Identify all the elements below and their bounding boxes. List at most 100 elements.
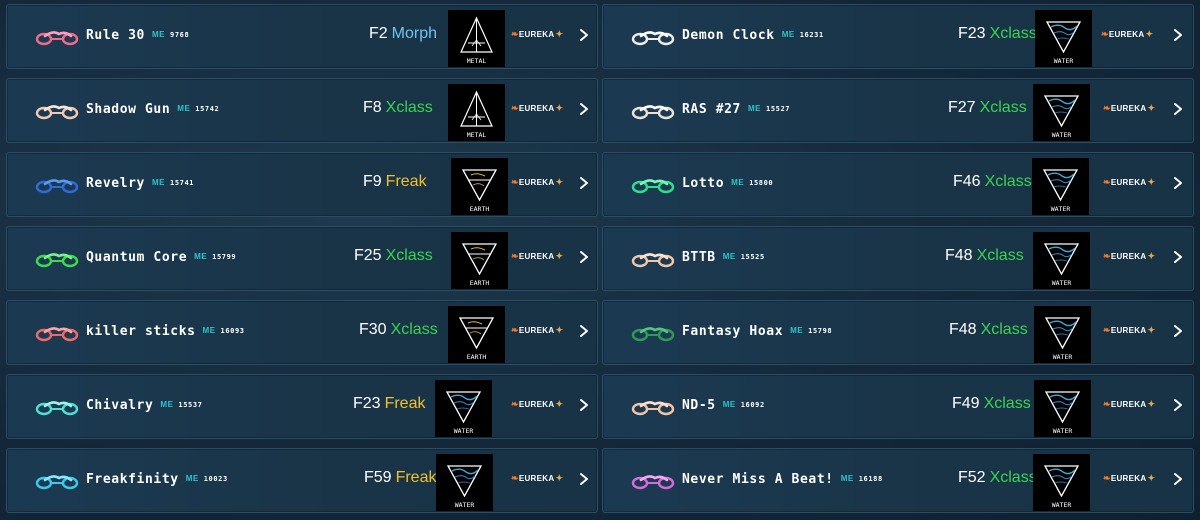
rank-label: F48 [945, 247, 973, 264]
rider-name: Demon Clock [682, 28, 775, 43]
rider-name-group: Quantum Core ME 15799 [86, 250, 236, 265]
class-label: Xclass [976, 247, 1024, 264]
class-label: Xclass [983, 395, 1031, 412]
chevron-right-icon[interactable] [1171, 175, 1185, 191]
token-number: 9768 [170, 31, 190, 39]
rider-name: BTTB [682, 250, 716, 265]
flame-icon: ❧ [511, 177, 519, 187]
chevron-right-icon[interactable] [1171, 397, 1185, 413]
token-number: 15527 [766, 105, 791, 113]
entry-card[interactable]: Revelry ME 15741 F9 Freak EARTH ❧EUREKA✦ [6, 152, 598, 217]
flame-icon: ❧ [1103, 399, 1111, 409]
element-label: METAL [467, 57, 487, 65]
camel-icon: ✦ [1147, 399, 1156, 409]
motorbike-icon [35, 177, 79, 195]
motorbike-icon [631, 325, 675, 343]
class-label: Xclass [989, 25, 1037, 42]
water-element-icon: WATER [1032, 158, 1089, 215]
eureka-label: EUREKA [1110, 178, 1147, 187]
rider-name-group: RAS #27 ME 15527 [682, 102, 790, 117]
chevron-right-icon[interactable] [1171, 249, 1185, 265]
camel-icon: ✦ [1147, 177, 1156, 187]
rider-name: RAS #27 [682, 102, 741, 117]
token-number: 16231 [799, 31, 824, 39]
camel-icon: ✦ [555, 325, 564, 335]
chevron-right-icon[interactable] [577, 397, 591, 413]
camel-icon: ✦ [555, 29, 564, 39]
rank-label: F23 [958, 25, 986, 42]
element-label: METAL [467, 131, 487, 139]
rank-class: F30 Xclass [359, 321, 438, 339]
entry-card[interactable]: Lotto ME 15800 F46 Xclass WATER ❧EUREKA✦ [602, 152, 1194, 217]
chevron-right-icon[interactable] [1171, 471, 1185, 487]
rider-name: Quantum Core [86, 250, 188, 265]
rank-label: F59 [364, 469, 392, 486]
me-badge: ME [160, 400, 174, 409]
rider-name-group: Lotto ME 15800 [682, 176, 773, 191]
element-label: EARTH [470, 279, 490, 287]
rank-class: F46 Xclass [953, 173, 1032, 191]
eureka-badge: ❧EUREKA✦ [511, 325, 563, 336]
chevron-right-icon[interactable] [577, 471, 591, 487]
rider-name: Rule 30 [86, 28, 145, 43]
token-number: 15741 [170, 179, 195, 187]
motorbike-icon [631, 399, 675, 417]
flame-icon: ❧ [511, 251, 519, 261]
motorbike-icon [35, 251, 79, 269]
chevron-right-icon[interactable] [577, 323, 591, 339]
chevron-right-icon[interactable] [1171, 27, 1185, 43]
water-element-icon: WATER [436, 454, 493, 511]
class-label: Xclass [980, 321, 1028, 338]
token-number: 16093 [220, 327, 245, 335]
entry-card[interactable]: Demon Clock ME 16231 F23 Xclass WATER ❧EUREKA✦ [602, 4, 1194, 69]
me-badge: ME [152, 30, 165, 39]
token-number: 16092 [740, 401, 765, 409]
flame-icon: ❧ [511, 325, 519, 335]
token-number: 15800 [749, 179, 774, 187]
entry-card[interactable]: killer sticks ME 16093 F30 Xclass EARTH ❧EUREK… [6, 300, 598, 365]
camel-icon: ✦ [555, 473, 564, 483]
element-label: WATER [1053, 353, 1073, 361]
entry-card[interactable]: Rule 30 ME 9768 F2 Morph METAL ❧EUREKA✦ [6, 4, 598, 69]
water-element-icon: WATER [1033, 84, 1090, 141]
me-badge: ME [202, 326, 216, 335]
entry-card[interactable]: Chivalry ME 15537 F23 Freak WATER ❧EUREKA✦ [6, 374, 598, 439]
class-label: Xclass [979, 99, 1027, 116]
entry-card[interactable]: BTTB ME 15525 F48 Xclass WATER ❧EUREKA✦ [602, 226, 1194, 291]
rider-name-group: Shadow Gun ME 15742 [86, 102, 219, 117]
entry-card[interactable]: Shadow Gun ME 15742 F8 Xclass METAL ❧EUREKA✦ [6, 78, 598, 143]
metal-element-icon: METAL [448, 10, 505, 67]
token-number: 15798 [808, 327, 833, 335]
rank-class: F49 Xclass [952, 395, 1031, 413]
flame-icon: ❧ [1103, 103, 1111, 113]
rider-name: killer sticks [86, 324, 196, 339]
camel-icon: ✦ [1145, 29, 1154, 39]
class-label: Freak [385, 173, 427, 190]
entry-card[interactable]: RAS #27 ME 15527 F27 Xclass WATER ❧EUREKA✦ [602, 78, 1194, 143]
rider-name: Revelry [86, 176, 145, 191]
eureka-badge: ❧EUREKA✦ [1103, 399, 1155, 410]
rank-class: F48 Xclass [949, 321, 1028, 339]
chevron-right-icon[interactable] [577, 249, 591, 265]
chevron-right-icon[interactable] [577, 101, 591, 117]
entry-card[interactable]: Fantasy Hoax ME 15798 F48 Xclass WATER ❧EUREKA… [602, 300, 1194, 365]
leaderboard-stage: Rule 30 ME 9768 F2 Morph METAL ❧EUREKA✦ Shadow … [0, 0, 1200, 522]
entry-card[interactable]: ND-5 ME 16092 F49 Xclass WATER ❧EUREKA✦ [602, 374, 1194, 439]
camel-icon: ✦ [1147, 251, 1156, 261]
eureka-badge: ❧EUREKA✦ [511, 399, 563, 410]
chevron-right-icon[interactable] [577, 175, 591, 191]
entry-card[interactable]: Never Miss A Beat! ME 16188 F52 Xclass WATER ❧… [602, 448, 1194, 513]
earth-element-icon: EARTH [451, 232, 508, 289]
eureka-badge: ❧EUREKA✦ [511, 29, 563, 40]
left-column: Rule 30 ME 9768 F2 Morph METAL ❧EUREKA✦ Shadow … [6, 4, 598, 513]
rank-label: F23 [353, 395, 381, 412]
element-label: WATER [1054, 57, 1074, 65]
chevron-right-icon[interactable] [1171, 323, 1185, 339]
rank-label: F49 [952, 395, 980, 412]
entry-card[interactable]: Freakfinity ME 10023 F59 Freak WATER ❧EUREKA✦ [6, 448, 598, 513]
entry-card[interactable]: Quantum Core ME 15799 F25 Xclass EARTH ❧EUREKA… [6, 226, 598, 291]
chevron-right-icon[interactable] [1171, 101, 1185, 117]
chevron-right-icon[interactable] [577, 27, 591, 43]
element-label: WATER [1052, 131, 1072, 139]
rider-name-group: Fantasy Hoax ME 15798 [682, 324, 832, 339]
